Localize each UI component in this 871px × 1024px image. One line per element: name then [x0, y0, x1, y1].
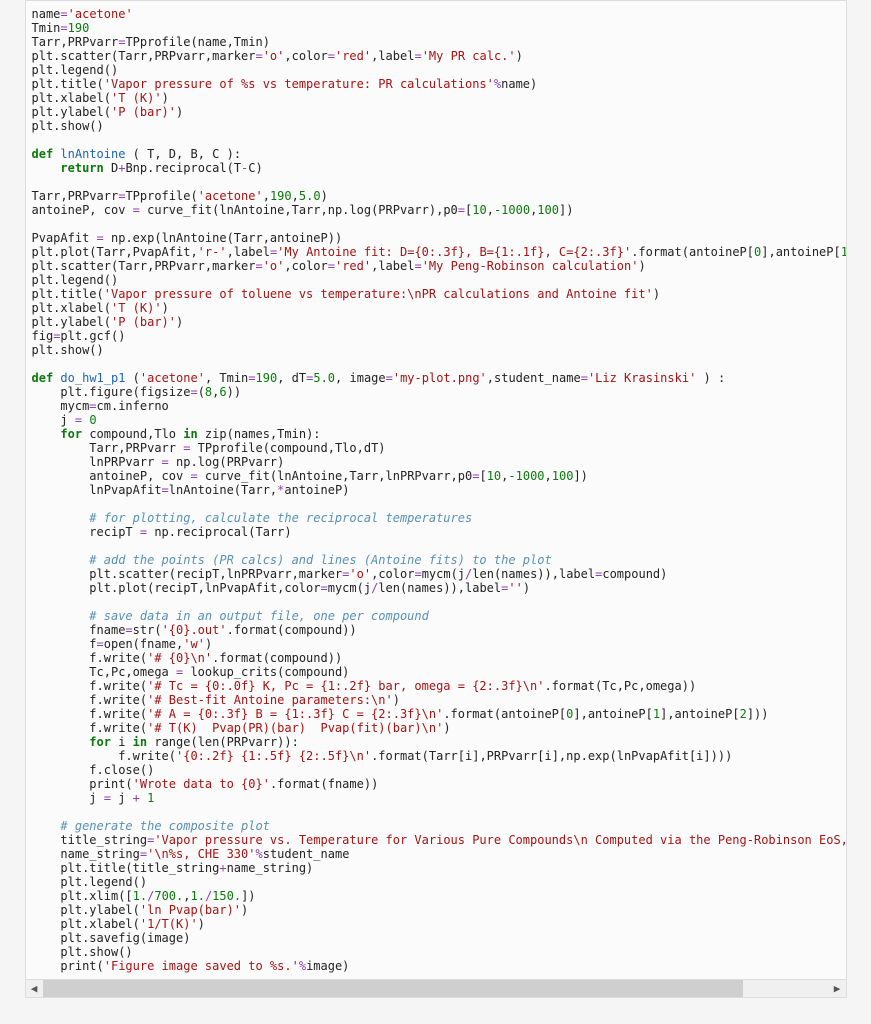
code-cell: name='acetone' Tmin=190 Tarr,PRPvarr=TPp…	[25, 0, 847, 998]
code-content: name='acetone' Tmin=190 Tarr,PRPvarr=TPp…	[32, 7, 846, 973]
scroll-left-arrow-icon[interactable]: ◀	[26, 980, 43, 997]
scroll-track[interactable]	[43, 980, 829, 997]
scroll-right-arrow-icon[interactable]: ▶	[829, 980, 846, 997]
horizontal-scrollbar[interactable]: ◀ ▶	[26, 979, 846, 997]
code-area[interactable]: name='acetone' Tmin=190 Tarr,PRPvarr=TPp…	[26, 1, 846, 979]
